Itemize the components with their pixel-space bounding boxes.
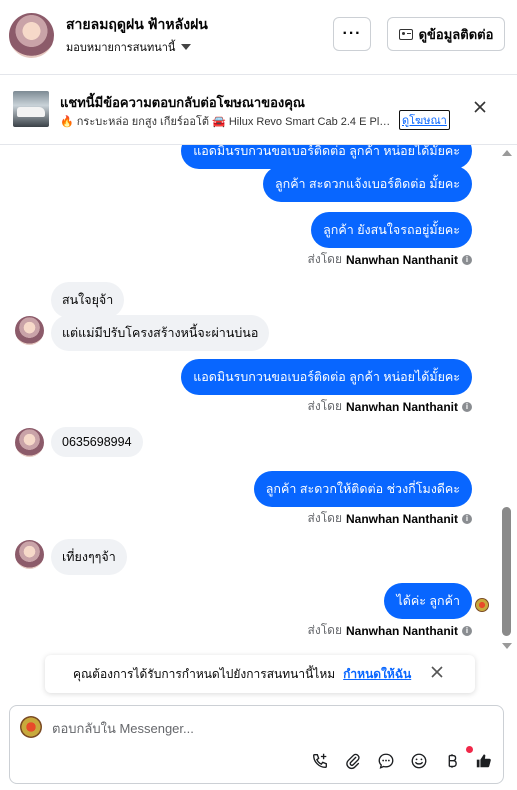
view-ad-link[interactable]: ดูโฆษณา — [399, 110, 450, 130]
assign-prompt-text: คุณต้องการได้รับการกำหนดไปยังการสนทนานี้… — [73, 666, 336, 681]
view-contact-info-label: ดูข้อมูลติดต่อ — [418, 26, 494, 42]
assign-label: มอบหมายการสนทนานี้ — [66, 42, 176, 54]
sent-by-prefix: ส่งโดย — [307, 623, 342, 637]
notification-dot — [466, 746, 473, 753]
emoji-button[interactable] — [408, 750, 430, 772]
page-avatar — [20, 716, 42, 738]
contact-card-icon — [398, 28, 413, 40]
outgoing-message[interactable]: ลูกค้า สะดวกแจ้งเบอร์ติดต่อ มั้ยคะ — [262, 166, 472, 202]
contact-avatar-small[interactable] — [15, 428, 44, 457]
info-icon[interactable]: i — [462, 625, 472, 636]
info-icon[interactable]: i — [462, 254, 472, 265]
baht-icon — [448, 754, 457, 768]
conversation-header: สายลมฤดูฝน ฟ้าหลังฝน มอบหมายการสนทนานี้ … — [0, 0, 517, 75]
attach-button[interactable] — [342, 750, 364, 772]
scroll-down-arrow[interactable] — [502, 643, 512, 649]
close-icon — [431, 666, 443, 678]
phone-add-icon — [313, 753, 327, 768]
view-contact-info-button[interactable]: ดูข้อมูลติดต่อ — [387, 17, 505, 51]
close-icon — [474, 101, 486, 113]
saved-replies-button[interactable] — [375, 750, 397, 772]
ad-banner-title: แชทนี้มีข้อความตอบกลับต่อโฆษณาของคุณ — [60, 95, 305, 110]
ad-banner-subtitle: 🔥 กระบะหล่อ ยกสูง เกียร์ออโต้ 🚘 Hilux Re… — [60, 116, 395, 128]
outgoing-message[interactable]: แอดมินรบกวนขอเบอร์ติดต่อ ลูกค้า หน่อยได้… — [181, 359, 472, 395]
paperclip-icon — [346, 753, 360, 770]
assign-to-me-prompt: คุณต้องการได้รับการกำหนดไปยังการสนทนานี้… — [45, 655, 475, 693]
outgoing-message[interactable]: ได้ค่ะ ลูกค้า — [384, 583, 472, 619]
thumbs-up-icon — [476, 754, 491, 768]
chevron-down-icon — [181, 44, 192, 50]
chat-bubble-icon — [378, 753, 394, 769]
contact-avatar-small[interactable] — [15, 316, 44, 345]
payment-button[interactable] — [441, 750, 463, 772]
seen-receipt-avatar — [475, 598, 489, 612]
call-button[interactable] — [309, 750, 331, 772]
incoming-message[interactable]: เที่ยงๆๆจ้า — [51, 539, 127, 575]
sent-by-agent[interactable]: Nanwhan Nanthanit — [346, 253, 458, 267]
info-icon[interactable]: i — [462, 401, 472, 412]
info-icon[interactable]: i — [462, 513, 472, 524]
incoming-message[interactable]: 0635698994 — [51, 427, 143, 457]
outgoing-message[interactable]: ลูกค้า สะดวกให้ติดต่อ ช่วงกี่โมงดีคะ — [253, 471, 472, 507]
send-like-button[interactable] — [473, 750, 495, 772]
sent-by-prefix: ส่งโดย — [307, 399, 342, 413]
sent-by-prefix: ส่งโดย — [307, 511, 342, 525]
assign-to-me-link[interactable]: กำหนดให้ฉัน — [343, 665, 411, 684]
close-ad-banner-button[interactable] — [474, 100, 486, 118]
more-options-button[interactable]: ··· — [333, 17, 371, 51]
outgoing-message[interactable]: ลูกค้า ยังสนใจรถอยู่มั้ยคะ — [311, 212, 472, 248]
scrollbar-thumb[interactable] — [502, 507, 511, 636]
contact-name[interactable]: สายลมฤดูฝน ฟ้าหลังฝน — [66, 14, 208, 36]
smiley-icon — [411, 753, 427, 769]
reply-composer — [9, 705, 504, 784]
close-assign-prompt-button[interactable] — [431, 666, 443, 681]
contact-avatar[interactable] — [9, 13, 54, 58]
contact-avatar-small[interactable] — [15, 540, 44, 569]
sent-by-line: ส่งโดย Nanwhan Nanthanit i — [308, 250, 472, 269]
sent-by-line: ส่งโดย Nanwhan Nanthanit i — [308, 509, 472, 528]
sent-by-agent[interactable]: Nanwhan Nanthanit — [346, 624, 458, 638]
sent-by-agent[interactable]: Nanwhan Nanthanit — [346, 512, 458, 526]
assign-conversation-dropdown[interactable]: มอบหมายการสนทนานี้ — [66, 38, 192, 56]
scroll-up-arrow[interactable] — [502, 150, 512, 156]
ad-reply-banner: แชทนี้มีข้อความตอบกลับต่อโฆษณาของคุณ 🔥 ก… — [0, 75, 517, 145]
sent-by-prefix: ส่งโดย — [307, 252, 342, 266]
reply-input[interactable] — [52, 718, 472, 738]
sent-by-agent[interactable]: Nanwhan Nanthanit — [346, 400, 458, 414]
sent-by-line: ส่งโดย Nanwhan Nanthanit i — [308, 397, 472, 416]
incoming-message[interactable]: สนใจยุจ้า — [51, 282, 125, 318]
sent-by-line: ส่งโดย Nanwhan Nanthanit i — [308, 621, 472, 640]
message-thread: แอดมินรบกวนขอเบอร์ติดต่อ ลูกค้า หน่อยได้… — [0, 145, 517, 655]
ad-thumbnail — [13, 91, 49, 127]
incoming-message[interactable]: แต่แม่มีปรับโครงสร้างหนี้จะผ่านบ่นอ — [51, 315, 270, 351]
